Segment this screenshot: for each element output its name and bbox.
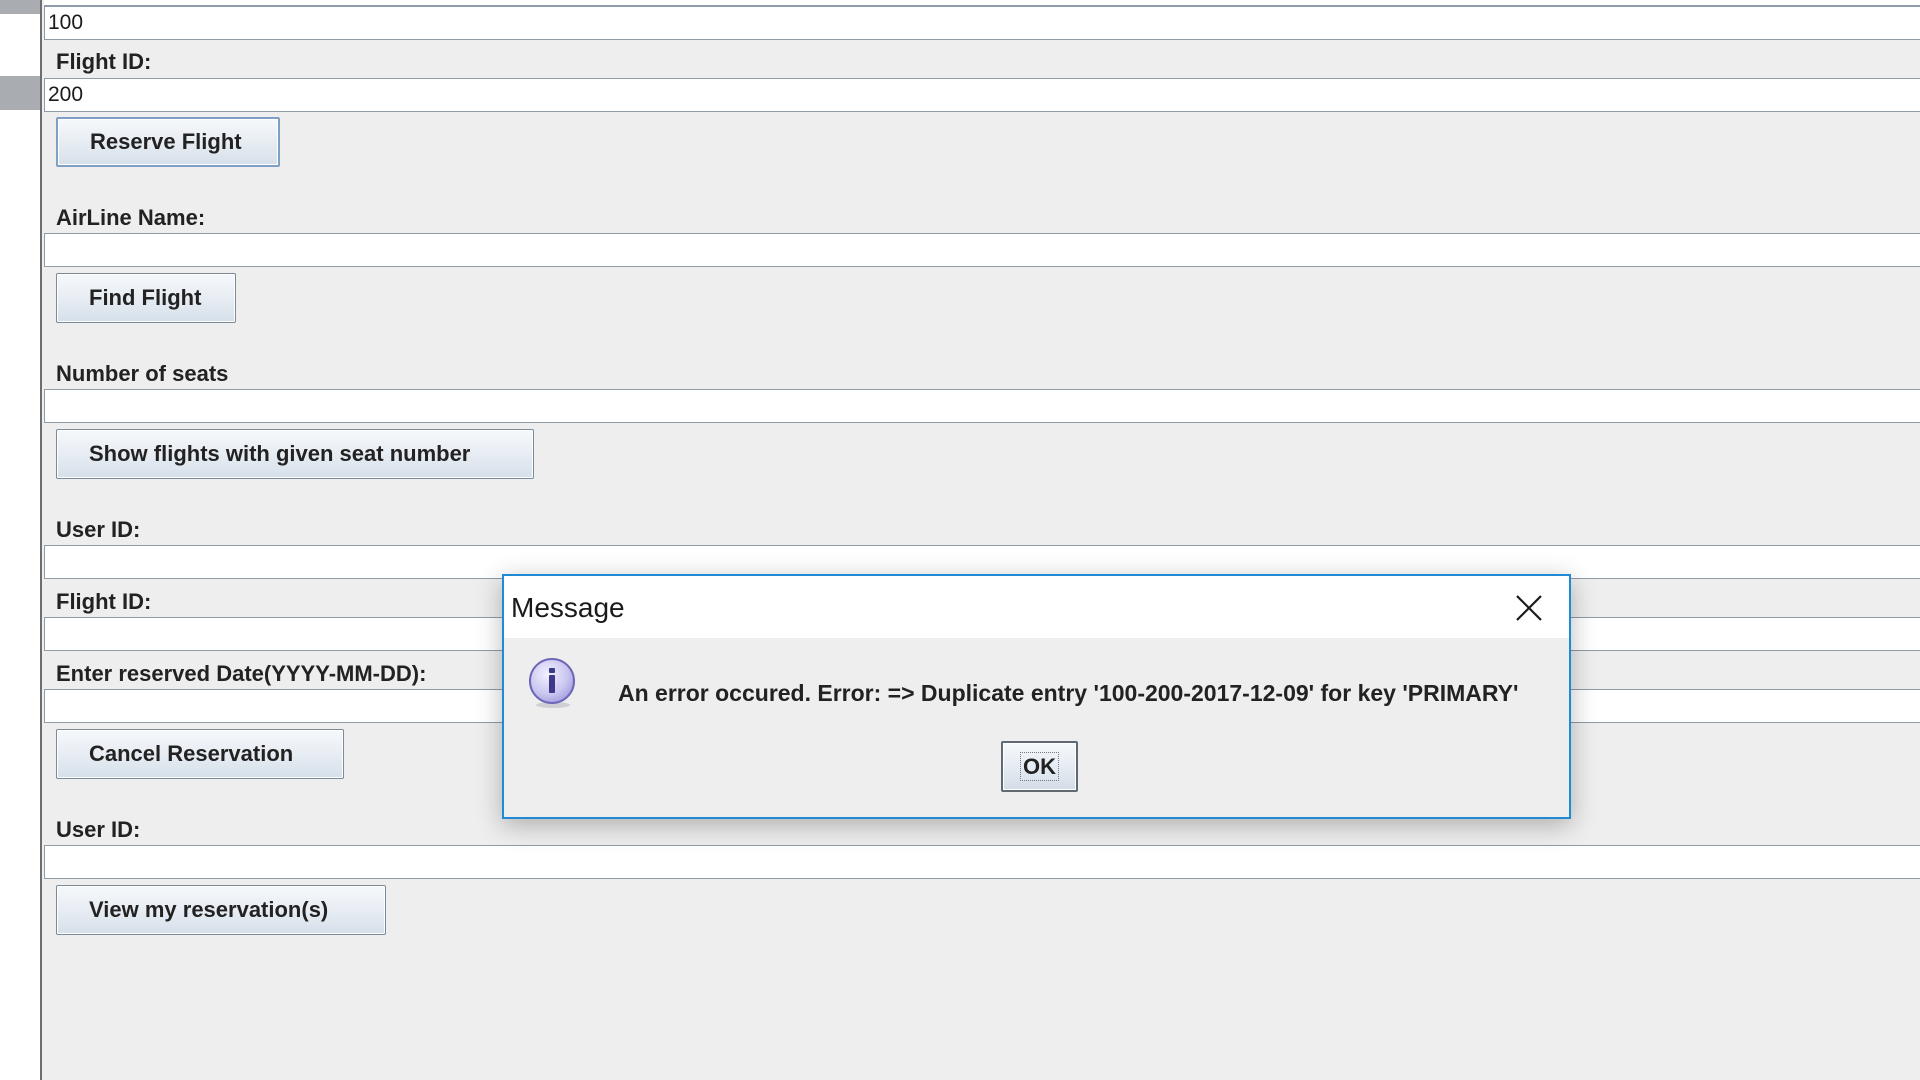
dialog-title: Message — [511, 592, 625, 623]
airline-name-label: AirLine Name: — [56, 205, 206, 230]
left-panel-tab[interactable] — [0, 76, 40, 110]
ok-button-label: OK — [1020, 751, 1059, 781]
reservation-form: Flight ID: Reserve Flight AirLine Name: … — [42, 0, 1920, 1080]
view-reservations-button[interactable]: View my reservation(s) — [56, 885, 386, 935]
flight-id-label: Flight ID: — [56, 49, 152, 74]
dialog-titlebar[interactable]: Message — [504, 576, 1569, 638]
error-message: An error occured. Error: => Duplicate en… — [618, 680, 1519, 706]
info-icon — [529, 658, 575, 708]
airline-name-field[interactable] — [44, 233, 1920, 267]
number-of-seats-label: Number of seats — [56, 361, 229, 386]
show-flights-button[interactable]: Show flights with given seat number — [56, 429, 534, 479]
ok-button[interactable]: OK — [1001, 741, 1078, 792]
left-panel-tab[interactable] — [0, 0, 40, 14]
user-id-label: User ID: — [56, 517, 141, 542]
flight-id-label: Flight ID: — [56, 589, 152, 614]
number-of-seats-field[interactable] — [44, 389, 1920, 423]
message-dialog: Message An error occured. Error: => Dupl… — [502, 574, 1571, 819]
flight-id-field[interactable] — [44, 78, 1920, 112]
cancel-reservation-button[interactable]: Cancel Reservation — [56, 729, 344, 779]
dialog-close-button[interactable] — [1489, 576, 1569, 638]
user-id-field[interactable] — [44, 6, 1920, 40]
reserve-flight-button[interactable]: Reserve Flight — [56, 117, 280, 167]
find-flight-button[interactable]: Find Flight — [56, 273, 236, 323]
left-panel — [0, 0, 40, 1080]
user-id-label: User ID: — [56, 817, 141, 842]
reserved-date-label: Enter reserved Date(YYYY-MM-DD): — [56, 661, 427, 686]
user-id-field[interactable] — [44, 845, 1920, 879]
close-icon — [1516, 595, 1542, 621]
